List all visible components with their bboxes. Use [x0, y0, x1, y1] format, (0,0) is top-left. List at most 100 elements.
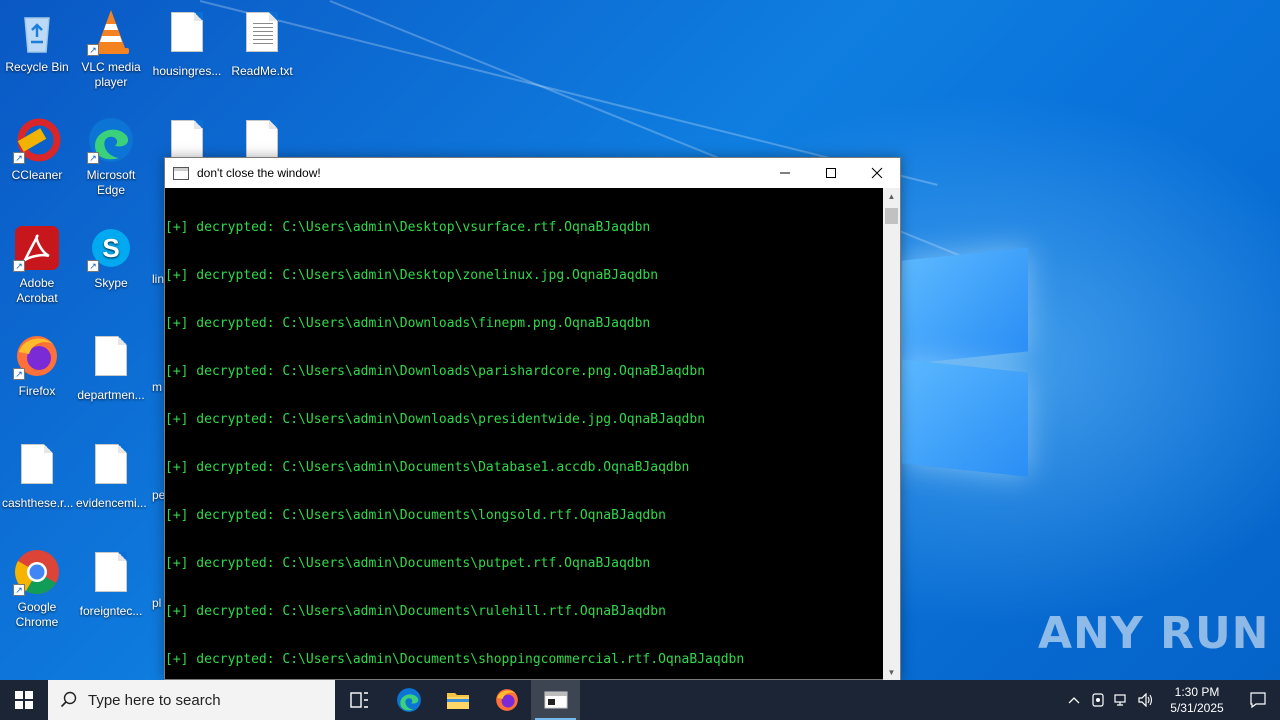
taskbar-firefox[interactable] [482, 680, 531, 720]
shortcut-arrow-icon: ↗ [87, 44, 99, 56]
taskbar-edge[interactable] [384, 680, 433, 720]
tray-app-icon[interactable] [1086, 680, 1110, 720]
edge-icon [396, 688, 421, 712]
desktop-icon-label: lin [152, 272, 165, 286]
firefox-icon: ↗ [13, 332, 61, 380]
desktop-icon-partial[interactable]: m [150, 380, 164, 395]
desktop-icon-microsoft-edge[interactable]: ↗ Microsoft Edge [74, 116, 148, 198]
show-hidden-icons-button[interactable] [1062, 680, 1086, 720]
close-button[interactable] [854, 158, 900, 188]
system-tray: 1:30 PM 5/31/2025 [1062, 680, 1280, 720]
network-button[interactable] [1110, 680, 1134, 720]
minimize-icon [780, 172, 790, 174]
window-title: don't close the window! [197, 166, 321, 180]
desktop-icon-file[interactable]: housingres... [150, 8, 224, 79]
scroll-up-arrow-icon[interactable]: ▲ [883, 188, 900, 205]
desktop-icon-label: m [152, 380, 162, 394]
task-view-button[interactable] [335, 680, 384, 720]
desktop-icon-skype[interactable]: S ↗ Skype [74, 224, 148, 291]
search-placeholder: Type here to search [88, 691, 221, 709]
maximize-icon [826, 168, 836, 178]
scroll-down-arrow-icon[interactable]: ▼ [883, 664, 900, 681]
edge-icon: ↗ [87, 116, 135, 164]
document-file-icon [87, 552, 135, 600]
console-line: [+] decrypted: C:\Users\admin\Downloads\… [165, 316, 651, 331]
taskbar-file-explorer[interactable] [433, 680, 482, 720]
clock-time: 1:30 PM [1174, 685, 1220, 699]
text-file-icon [238, 12, 286, 60]
maximize-button[interactable] [808, 158, 854, 188]
desktop-icon-label: pl [152, 596, 162, 610]
vlc-cone-icon: ↗ [87, 8, 135, 56]
network-icon [1114, 694, 1126, 706]
scrollbar-thumb[interactable] [885, 208, 898, 224]
minimize-button[interactable] [762, 158, 808, 188]
action-center-button[interactable] [1236, 680, 1280, 720]
console-line: [+] decrypted: C:\Users\admin\Documents\… [165, 508, 666, 523]
console-line: [+] decrypted: C:\Users\admin\Documents\… [165, 556, 651, 571]
recycle-bin-icon [13, 8, 61, 56]
anyrun-watermark: ANY RUN [1038, 608, 1270, 659]
taskbar-console-window[interactable] [531, 680, 580, 720]
file-explorer-icon [446, 693, 469, 709]
desktop-icon-label: departmen... [77, 388, 145, 402]
firefox-icon [495, 689, 518, 711]
desktop-icon-label: pe [152, 488, 166, 502]
desktop-icon-label: Google Chrome [15, 600, 59, 629]
desktop-icon-label: VLC media player [81, 60, 141, 89]
desktop-icon-label: CCleaner [11, 168, 63, 182]
desktop-icon-adobe-acrobat[interactable]: ↗ Adobe Acrobat [0, 224, 74, 306]
taskbar-search-box[interactable]: Type here to search [48, 680, 335, 720]
start-button[interactable] [0, 680, 48, 720]
desktop-icon-firefox[interactable]: ↗ Firefox [0, 332, 74, 399]
notification-icon [1250, 692, 1266, 709]
shortcut-arrow-icon: ↗ [87, 152, 99, 164]
close-icon [871, 167, 883, 179]
volume-button[interactable] [1134, 680, 1158, 720]
window-titlebar[interactable]: don't close the window! [165, 158, 900, 188]
desktop-icon-file[interactable]: foreigntec... [74, 548, 148, 619]
document-file-icon [13, 444, 61, 492]
clock-date: 5/31/2025 [1170, 701, 1224, 715]
desktop-icon-file[interactable]: evidencemi... [74, 440, 148, 511]
desktop-icon-vlc[interactable]: ↗ VLC media player [74, 8, 148, 90]
desktop-icon-label: Microsoft Edge [86, 168, 136, 197]
desktop-icon-label: cashthese.r... [2, 496, 74, 510]
desktop-icon-file[interactable]: departmen... [74, 332, 148, 403]
task-view-icon [349, 692, 368, 708]
document-file-icon [87, 336, 135, 384]
desktop-icon-label: foreigntec... [79, 604, 143, 618]
chrome-icon: ↗ [13, 548, 61, 596]
shortcut-arrow-icon: ↗ [87, 260, 99, 272]
desktop-icon-partial[interactable]: pl [150, 596, 164, 611]
document-file-icon [163, 12, 211, 60]
taskbar-clock[interactable]: 1:30 PM 5/31/2025 [1158, 684, 1236, 716]
desktop-icon-label: Recycle Bin [5, 60, 69, 74]
ccleaner-icon: ↗ [13, 116, 61, 164]
skype-icon: S ↗ [87, 224, 135, 272]
desktop-icon-readme[interactable]: ReadMe.txt [225, 8, 299, 79]
desktop-icon-label: Firefox [18, 384, 56, 398]
windows-logo-wallpaper [896, 240, 1036, 480]
desktop-icon-ccleaner[interactable]: ↗ CCleaner [0, 116, 74, 183]
console-line: [+] decrypted: C:\Users\admin\Desktop\vs… [165, 220, 651, 235]
console-line: [+] decrypted: C:\Users\admin\Documents\… [165, 460, 690, 475]
desktop-icon-label: ReadMe.txt [231, 64, 293, 78]
desktop-icon-partial[interactable]: lin [150, 272, 164, 287]
speaker-icon [1138, 693, 1153, 707]
desktop-icon-recycle-bin[interactable]: Recycle Bin [0, 8, 74, 75]
adobe-acrobat-icon: ↗ [13, 224, 61, 272]
shortcut-arrow-icon: ↗ [13, 584, 25, 596]
desktop-icon-partial[interactable]: pe [150, 488, 166, 503]
desktop-icon-label: housingres... [152, 64, 222, 78]
desktop-icon-file[interactable]: cashthese.r... [0, 440, 74, 511]
console-output[interactable]: [+] decrypted: C:\Users\admin\Desktop\vs… [165, 188, 884, 681]
console-app-icon [173, 166, 189, 180]
search-icon [60, 691, 77, 708]
windows-start-icon [15, 691, 33, 709]
console-line: [+] decrypted: C:\Users\admin\Downloads\… [165, 412, 706, 427]
vertical-scrollbar[interactable]: ▲ ▼ [883, 188, 900, 681]
desktop-icon-google-chrome[interactable]: ↗ Google Chrome [0, 548, 74, 630]
console-window[interactable]: don't close the window! [+] decrypted: C… [164, 157, 901, 681]
desktop-icon-label: Adobe Acrobat [16, 276, 58, 305]
